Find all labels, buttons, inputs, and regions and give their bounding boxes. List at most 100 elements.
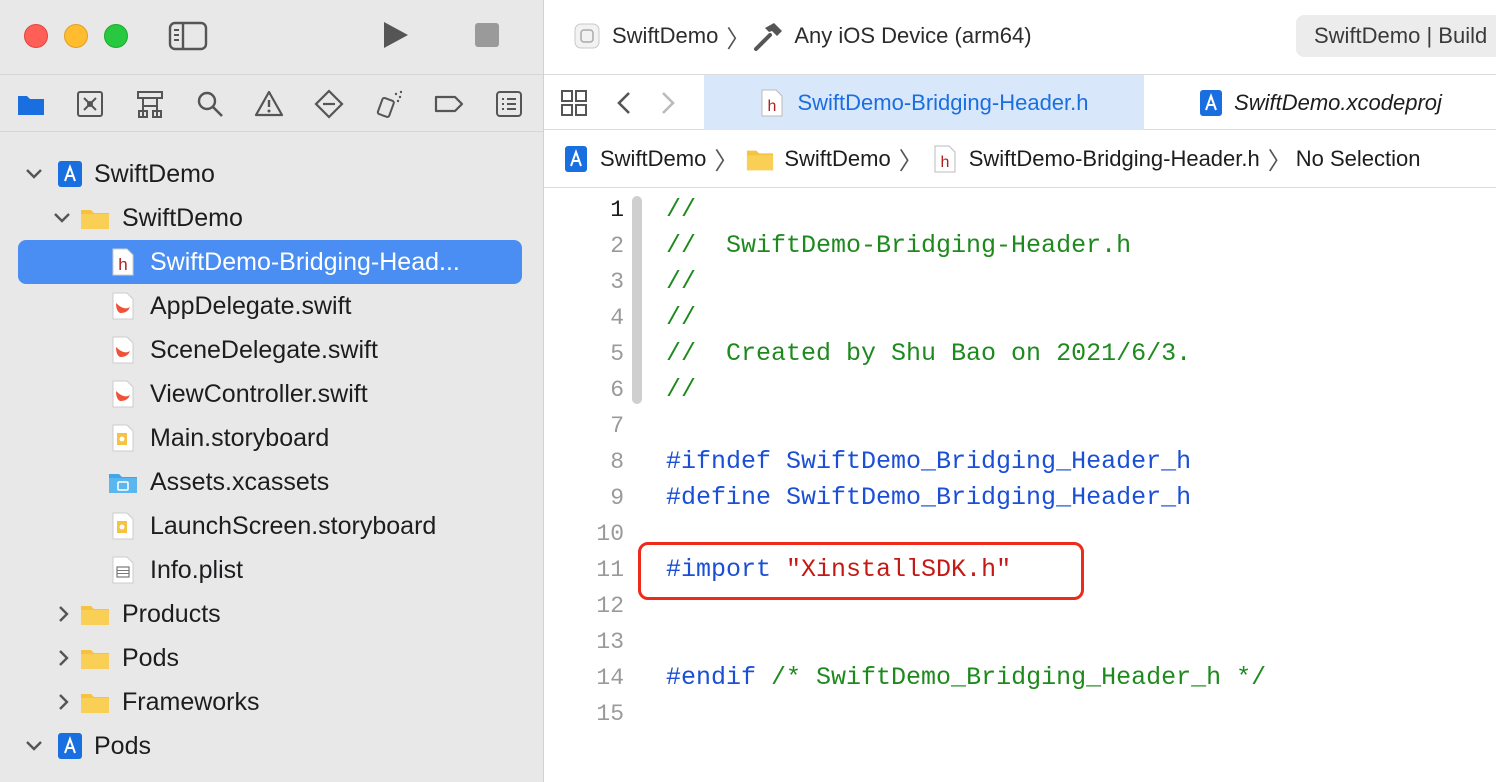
code-token-comment: // (666, 375, 697, 404)
line-number: 14 (596, 665, 624, 691)
tree-row-file[interactable]: Info.plist (18, 548, 522, 592)
grid-related-items-icon[interactable] (560, 89, 588, 117)
folder-icon (81, 694, 109, 713)
source-control-icon[interactable] (73, 87, 107, 121)
tree-row-file[interactable]: SceneDelegate.swift (18, 328, 522, 372)
close-window-button[interactable] (24, 24, 48, 48)
breakpoint-icon[interactable] (432, 87, 466, 121)
back-arrow-icon[interactable] (614, 91, 634, 115)
tree-row-group-swiftdemo[interactable]: SwiftDemo (18, 196, 522, 240)
hammer-icon (754, 23, 783, 51)
code-line[interactable]: 6 // (544, 372, 1496, 408)
storyboard-file-icon (112, 424, 134, 452)
sidebar-toggle-icon[interactable] (168, 20, 208, 52)
tree-label: Pods (122, 643, 179, 672)
line-number: 3 (610, 269, 624, 295)
line-number: 5 (610, 341, 624, 367)
tree-label: SwiftDemo (122, 203, 243, 232)
code-line[interactable]: 14 #endif /* SwiftDemo_Bridging_Header_h … (544, 660, 1496, 696)
tree-row-group-products[interactable]: Products (18, 592, 522, 636)
chevron-down-icon[interactable] (24, 164, 44, 184)
tree-row-file[interactable]: ViewController.swift (18, 372, 522, 416)
jumpbar-selection[interactable]: No Selection (1296, 146, 1421, 172)
tree-row-file[interactable]: AppDelegate.swift (18, 284, 522, 328)
test-diamond-icon[interactable] (312, 87, 346, 121)
code-line[interactable]: 8 #ifndef SwiftDemo_Bridging_Header_h (544, 444, 1496, 480)
tree-row-project-pods[interactable]: Pods (18, 724, 522, 768)
code-line[interactable]: 15 (544, 696, 1496, 732)
scheme-device-label[interactable]: Any iOS Device (arm64) (794, 23, 1031, 49)
report-list-icon[interactable] (492, 87, 526, 121)
jumpbar-group[interactable]: SwiftDemo (784, 146, 890, 172)
chevron-right-icon: 〉 (714, 148, 739, 175)
code-line[interactable]: 9 #define SwiftDemo_Bridging_Header_h (544, 480, 1496, 516)
tree-row-file[interactable]: Main.storyboard (18, 416, 522, 460)
tree-row-group-pods[interactable]: Pods (18, 636, 522, 680)
hierarchy-icon[interactable] (133, 87, 167, 121)
chevron-right-icon[interactable] (54, 648, 74, 668)
line-number: 1 (610, 197, 624, 223)
chevron-right-icon[interactable] (54, 604, 74, 624)
code-line[interactable]: 13 (544, 624, 1496, 660)
activity-viewer: SwiftDemo | Build (1296, 15, 1496, 57)
folder-icon[interactable] (14, 87, 48, 121)
code-token-comment: // (666, 303, 697, 332)
debug-spray-icon[interactable] (372, 87, 406, 121)
tree-row-project-swiftdemo[interactable]: SwiftDemo (18, 152, 522, 196)
line-number: 13 (596, 629, 624, 655)
stop-icon[interactable] (474, 22, 500, 48)
search-icon[interactable] (193, 87, 227, 121)
run-play-icon[interactable] (378, 18, 412, 52)
scheme-selector[interactable]: SwiftDemo 〉 Any iOS Device (arm64) (574, 16, 1032, 56)
chevron-right-icon[interactable] (54, 692, 74, 712)
swift-file-icon (112, 380, 134, 408)
zoom-window-button[interactable] (104, 24, 128, 48)
assets-folder-icon (109, 474, 137, 493)
code-line[interactable]: 3 // (544, 264, 1496, 300)
minimize-window-button[interactable] (64, 24, 88, 48)
xcode-project-icon (58, 161, 82, 187)
xcode-project-icon (565, 145, 587, 172)
tree-row-group-frameworks[interactable]: Frameworks (18, 680, 522, 724)
tree-label: Products (122, 599, 221, 628)
folder-icon (81, 210, 109, 229)
chevron-down-icon[interactable] (52, 208, 72, 228)
tab-bridging-header[interactable]: h SwiftDemo-Bridging-Header.h (704, 75, 1144, 130)
chevron-right-icon: 〉 (1267, 148, 1292, 175)
jumpbar-file[interactable]: SwiftDemo-Bridging-Header.h (969, 146, 1260, 172)
code-token-pre: #endif (666, 663, 772, 692)
tree-label: Assets.xcassets (150, 467, 330, 496)
navigator-sidebar: SwiftDemo SwiftDemo h SwiftDemo-Bridging… (0, 0, 544, 782)
code-line[interactable]: 4 // (544, 300, 1496, 336)
code-token-comment: // (666, 267, 697, 296)
code-text: // SwiftDemo-Bridging-Header.h (666, 228, 1131, 264)
tree-row-file[interactable]: h SwiftDemo-Bridging-Head... (18, 240, 522, 284)
code-text: // (666, 300, 696, 336)
svg-text:h: h (940, 154, 949, 171)
tree-label: Pods (94, 731, 151, 760)
tree-row-file[interactable]: Assets.xcassets (18, 460, 522, 504)
tree-label: ViewController.swift (150, 379, 368, 408)
code-line[interactable]: 1 // (544, 192, 1496, 228)
line-number: 6 (610, 377, 624, 403)
jumpbar-project[interactable]: SwiftDemo (600, 146, 706, 172)
code-token-comment: // SwiftDemo-Bridging-Header.h (666, 231, 1132, 260)
swift-file-icon (112, 336, 134, 364)
svg-text:h: h (768, 98, 777, 115)
code-text: // (666, 264, 696, 300)
code-line[interactable]: 7 (544, 408, 1496, 444)
chevron-right-icon: 〉 (726, 25, 751, 53)
source-editor[interactable]: 1 // 2 // SwiftDemo-Bridging-Header.h 3 // 4 //… (544, 192, 1496, 782)
warning-icon[interactable] (252, 87, 286, 121)
annotation-highlight-box (638, 542, 1084, 600)
tree-row-file[interactable]: LaunchScreen.storyboard (18, 504, 522, 548)
forward-arrow-icon[interactable] (658, 91, 678, 115)
svg-text:h: h (118, 255, 127, 274)
line-number: 2 (610, 233, 624, 259)
tab-xcodeproj[interactable]: SwiftDemo.xcodeproj (1144, 75, 1496, 130)
code-line[interactable]: 5 // Created by Shu Bao on 2021/6/3. (544, 336, 1496, 372)
header-file-icon: h (112, 248, 134, 276)
chevron-down-icon[interactable] (24, 736, 44, 756)
code-line[interactable]: 2 // SwiftDemo-Bridging-Header.h (544, 228, 1496, 264)
line-number: 7 (610, 413, 624, 439)
